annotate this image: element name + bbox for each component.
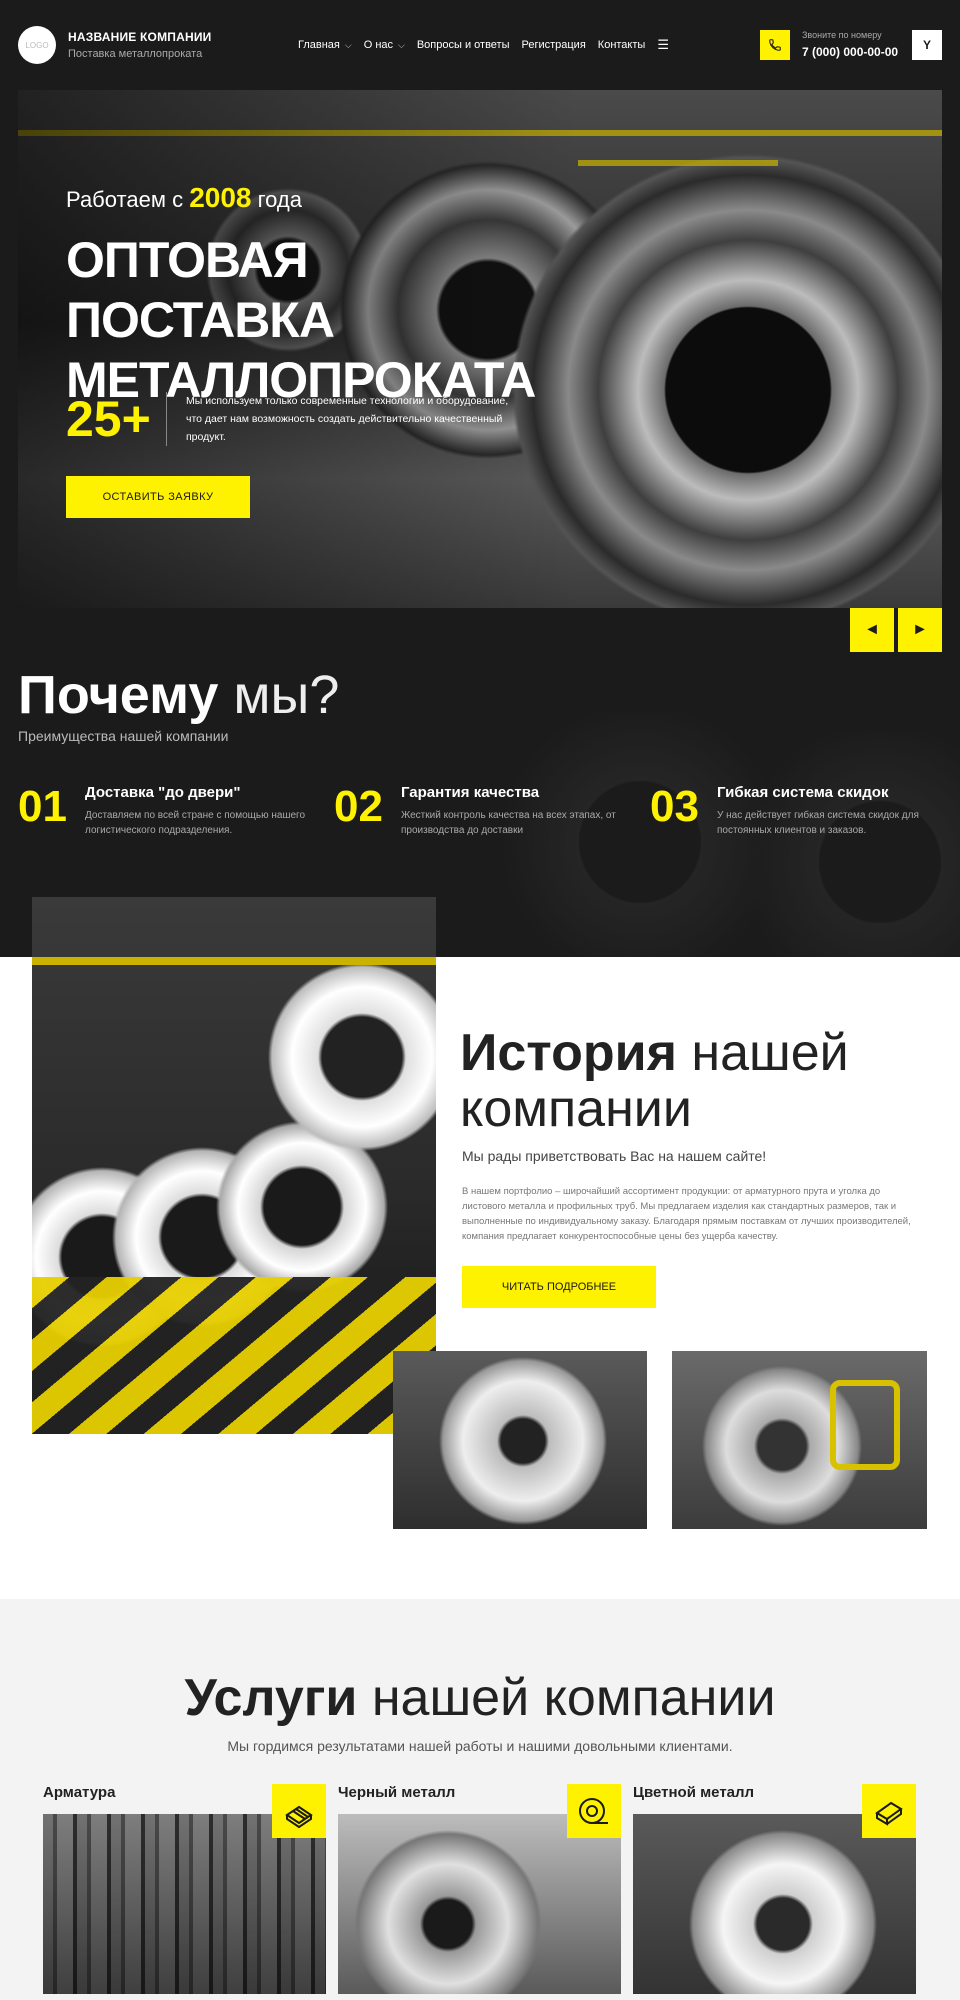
nav-item-label: Главная (298, 39, 340, 51)
hero-rail-decoration (578, 160, 778, 166)
service-image (338, 1814, 621, 1994)
chevron-down-icon: ⌵ (398, 39, 405, 50)
main-nav: Главная ⌵ О нас ⌵ Вопросы и ответы Регис… (298, 37, 669, 53)
feature-title: Гарантия качества (401, 784, 540, 801)
arrow-right-icon: ► (912, 621, 928, 638)
slider-prev-button[interactable]: ◄ (850, 608, 894, 652)
feature-title: Доставка "до двери" (85, 784, 241, 801)
menu-icon[interactable]: ☰ (657, 37, 669, 53)
feature-number: 01 (18, 782, 67, 831)
hero-stat: 25+ (66, 391, 151, 447)
service-name: Цветной металл (633, 1784, 755, 1801)
nav-item-contacts[interactable]: Контакты (598, 39, 646, 51)
service-image (633, 1814, 916, 1994)
site-header: LOGO НАЗВАНИЕ КОМПАНИИ Поставка металлоп… (0, 0, 960, 90)
language-button[interactable]: Y (912, 30, 942, 60)
nav-item-label: Вопросы и ответы (416, 39, 510, 51)
service-card-non-ferrous-metal[interactable]: Цветной металл (633, 1784, 916, 1994)
feature-text: Жесткий контроль качества на всех этапах… (401, 810, 616, 836)
nav-item-registration[interactable]: Регистрация (521, 39, 585, 51)
nav-item-home[interactable]: Главная ⌵ (298, 39, 352, 51)
services-title-light: нашей компании (371, 1669, 776, 1727)
history-title-light: компании (460, 1080, 692, 1138)
hero-title: ОПТОВАЯ ПОСТАВКА МЕТАЛЛОПРОКАТА (66, 232, 536, 408)
brand-name: НАЗВАНИЕ КОМПАНИИ (68, 30, 212, 44)
coil-icon (567, 1784, 621, 1838)
hero-text: Мы используем только современные техноло… (186, 395, 509, 443)
why-us-title: Почему мы? (18, 664, 339, 726)
feature-number: 03 (650, 782, 699, 831)
service-card-rebar[interactable]: Арматура (43, 1784, 326, 1994)
service-name: Арматура (43, 1784, 116, 1801)
hero-since-prefix: Работаем с (66, 187, 184, 212)
phone-icon (769, 39, 781, 51)
why-us-title-light: мы? (233, 665, 340, 725)
phone-label: Звоните по номеру (802, 30, 882, 40)
slider-next-button[interactable]: ► (898, 608, 942, 652)
image-floor-stripes (32, 1277, 436, 1434)
feature-text: Доставляем по всей стране с помощью наше… (85, 810, 306, 836)
feature-text: У нас действует гибкая система скидок дл… (717, 810, 919, 836)
read-more-button[interactable]: ЧИТАТЬ ПОДРОБНЕЕ (462, 1266, 656, 1308)
hero-since: Работаем с 2008 года (66, 182, 302, 214)
service-card-black-metal[interactable]: Черный металл (338, 1784, 621, 1994)
nav-item-label: О нас (363, 39, 394, 51)
leave-request-button[interactable]: ОСТАВИТЬ ЗАЯВКУ (66, 476, 250, 518)
background-decoration (740, 732, 960, 957)
services-subtitle: Мы гордимся результатами нашей работы и … (227, 1738, 733, 1754)
phone-button[interactable] (760, 30, 790, 60)
phone-number[interactable]: 7 (000) 000-00-00 (802, 45, 898, 59)
history-image-coil-machine (393, 1351, 647, 1529)
history-text: В нашем портфолио – широчайший ассортиме… (462, 1186, 911, 1242)
feature-number: 02 (334, 782, 383, 831)
history-title-light: нашей (691, 1024, 849, 1082)
feature-title: Гибкая система скидок (717, 784, 889, 801)
history-main-image (32, 897, 436, 1434)
why-us-subtitle: Преимущества нашей компании (18, 728, 229, 744)
hero-since-suffix: года (257, 187, 302, 212)
services-title-bold: Услуги (184, 1669, 358, 1727)
arrow-left-icon: ◄ (864, 621, 880, 638)
why-us-title-bold: Почему (18, 665, 219, 725)
history-title-bold: История (460, 1024, 677, 1082)
services-title: Услуги нашей компании (0, 1668, 960, 1728)
rebar-icon (272, 1784, 326, 1838)
nav-item-faq[interactable]: Вопросы и ответы (417, 39, 510, 51)
image-rail-decoration (32, 957, 436, 965)
chevron-down-icon: ⌵ (344, 39, 352, 50)
hero-divider (166, 392, 167, 446)
hero-slider: Работаем с 2008 года ОПТОВАЯ ПОСТАВКА МЕ… (18, 90, 942, 608)
metal-sheets-icon (862, 1784, 916, 1838)
service-name: Черный металл (338, 1784, 456, 1801)
brand-subtitle: Поставка металлопроката (68, 48, 203, 60)
hero-since-year: 2008 (189, 182, 252, 213)
nav-item-label: Контакты (597, 39, 646, 51)
history-title: История нашей компании (460, 1025, 849, 1137)
nav-item-label: Регистрация (521, 39, 586, 51)
image-arm-decoration (830, 1380, 900, 1470)
logo-text: LOGO (25, 40, 49, 50)
logo[interactable]: LOGO (18, 26, 56, 64)
nav-item-about[interactable]: О нас ⌵ (364, 39, 405, 51)
service-image (43, 1814, 326, 1994)
history-greeting: Мы рады приветствовать Вас на нашем сайт… (462, 1148, 767, 1164)
